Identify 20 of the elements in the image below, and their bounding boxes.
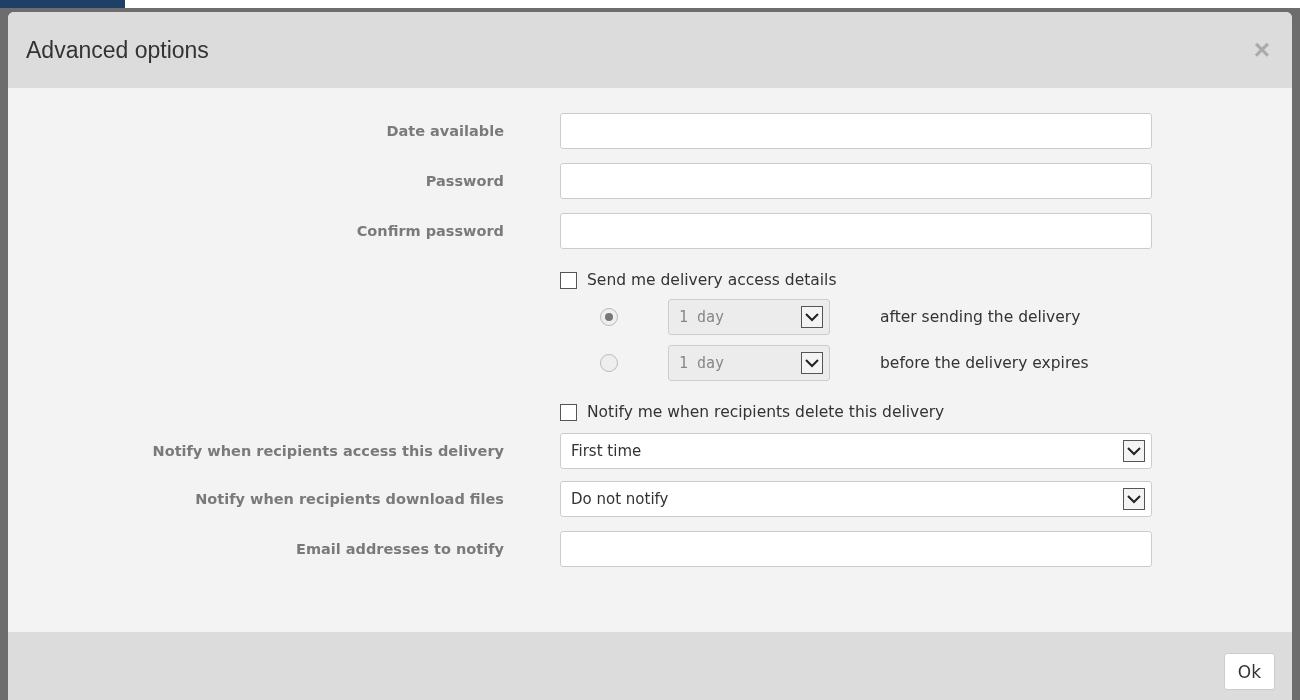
field-label: Notify when recipients download files [195, 491, 505, 507]
field-label: Notify when recipients access this delivery [152, 443, 505, 459]
checkbox[interactable] [560, 403, 577, 421]
field-label: Email addresses to notify [296, 541, 505, 557]
dropdown-field[interactable]: First time [560, 433, 1152, 469]
radio-label: after sending the delivery [880, 308, 1081, 326]
dialog-title: Advanced options [26, 36, 209, 64]
field-label: Confirm password [356, 223, 505, 239]
ok-button[interactable]: Ok [1223, 653, 1275, 690]
text-field[interactable] [560, 213, 1152, 249]
checkbox-label: Send me delivery access details [587, 271, 837, 289]
text-field[interactable] [560, 531, 1152, 567]
field-label: Password [425, 173, 505, 189]
text-field[interactable] [560, 113, 1152, 149]
radio-label: before the delivery expires [880, 354, 1089, 372]
checkbox-label: Notify me when recipients delete this delivery [587, 403, 945, 421]
checkbox[interactable] [560, 271, 577, 289]
dropdown-field[interactable]: Do not notify [560, 481, 1152, 517]
text-field[interactable] [560, 163, 1152, 199]
field-label: Date available [386, 123, 505, 139]
